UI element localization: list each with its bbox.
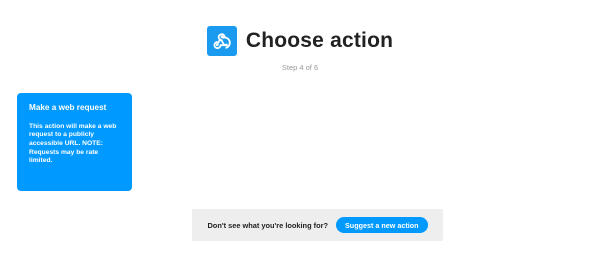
page-title: Choose action <box>245 29 394 52</box>
action-card-title: Make a web request <box>29 103 107 112</box>
action-card-description: This action will make a web request to a… <box>29 122 117 165</box>
choose-action-page: Choose action Step 4 of 6 Make a web req… <box>0 0 600 277</box>
action-card-make-web-request[interactable]: Make a web request This action will make… <box>17 93 132 191</box>
page-header: Choose action <box>0 26 600 56</box>
webhooks-icon <box>206 26 237 56</box>
suggest-new-action-button[interactable]: Suggest a new action <box>336 217 428 233</box>
step-indicator: Step 4 of 6 <box>281 63 319 72</box>
suggest-action-bar: Don't see what you're looking for? Sugge… <box>192 209 443 241</box>
suggest-prompt-text: Don't see what you're looking for? <box>207 220 329 230</box>
